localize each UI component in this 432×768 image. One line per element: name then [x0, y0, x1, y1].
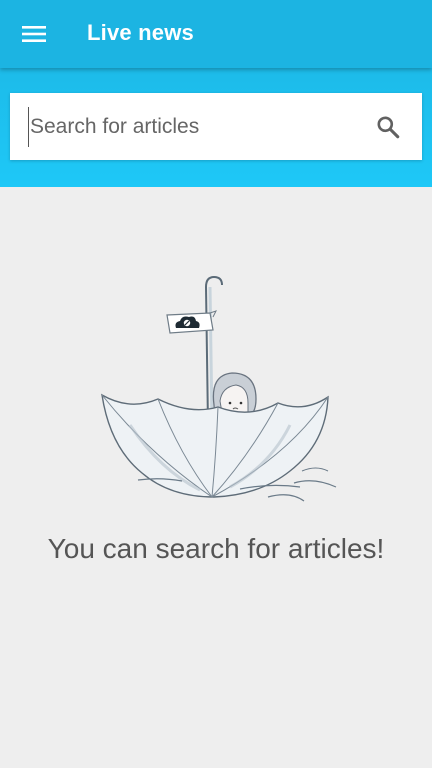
menu-button[interactable]: [14, 14, 54, 54]
search-band: [0, 68, 432, 187]
girl-in-umbrella-boat-illustration: [101, 275, 337, 502]
search-icon: [377, 116, 400, 139]
search-box: [10, 93, 422, 160]
search-input[interactable]: [28, 107, 360, 147]
app-title: Live news: [87, 20, 194, 45]
empty-state-message: You can search for articles!: [47, 533, 385, 564]
empty-state: You can search for articles!: [0, 187, 432, 768]
search-button[interactable]: [372, 111, 404, 143]
hamburger-menu-icon: [22, 26, 46, 42]
app-bar: Live news: [0, 0, 432, 68]
